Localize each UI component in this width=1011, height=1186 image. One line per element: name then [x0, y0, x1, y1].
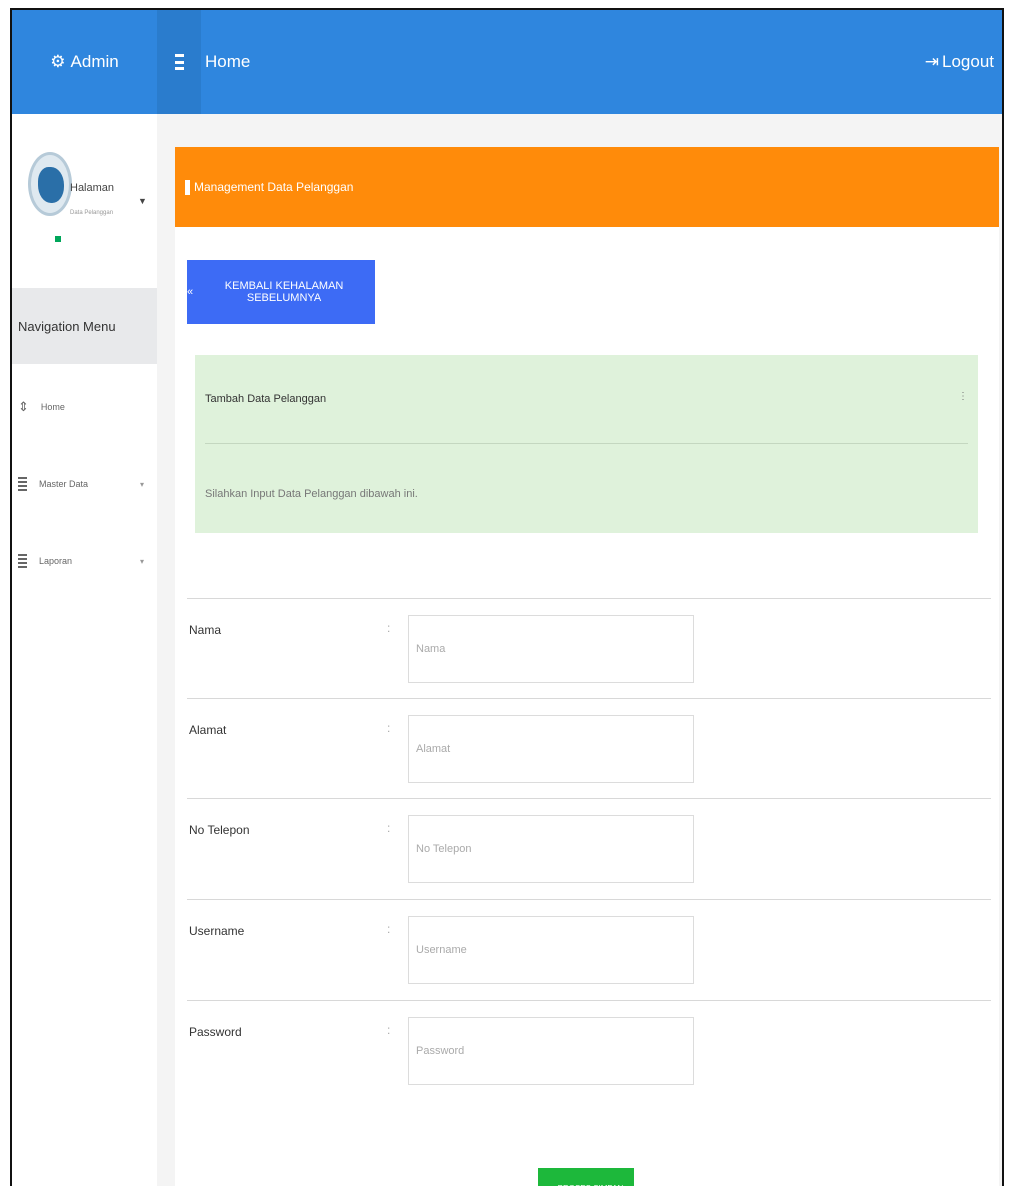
menu-icon: [174, 54, 184, 70]
info-callout: Tambah Data Pelanggan ⋮ Silahkan Input D…: [195, 355, 978, 533]
logout-link[interactable]: ⇥ Logout: [925, 10, 994, 114]
callout-text: Silahkan Input Data Pelanggan dibawah in…: [205, 488, 418, 500]
sidebar-item-label: Laporan: [39, 556, 73, 566]
password-input[interactable]: [408, 1017, 694, 1085]
chevron-down-icon: ▾: [140, 556, 145, 566]
back-button[interactable]: « KEMBALI KEHALAMAN SEBELUMNYA: [187, 260, 375, 324]
box-title: Management Data Pelanggan: [194, 180, 354, 194]
sidebar-item-master-data[interactable]: Master Data ▾: [12, 469, 157, 499]
field-separator: :: [387, 821, 391, 835]
user-name: Halaman: [70, 182, 115, 194]
field-separator: :: [387, 1023, 391, 1037]
user-role: Data Pelanggan: [70, 210, 114, 216]
field-label: Alamat: [189, 723, 227, 737]
form-row-username: Username :: [187, 899, 991, 999]
list-icon: [18, 554, 27, 568]
nama-input[interactable]: [408, 615, 694, 683]
form-row-password: Password :: [187, 1000, 991, 1100]
more-vertical-icon[interactable]: ⋮: [958, 391, 968, 402]
field-label: Username: [189, 924, 245, 938]
main-content: Management Data Pelanggan « KEMBALI KEHA…: [157, 114, 1002, 1186]
username-input[interactable]: [408, 916, 694, 984]
field-label: Password: [189, 1025, 242, 1039]
form-row-nama: Nama :: [187, 598, 991, 698]
sidebar-item-laporan[interactable]: Laporan ▾: [12, 546, 157, 576]
field-separator: :: [387, 922, 391, 936]
save-button[interactable]: ✔ PROSES SIMPAN DATA: [538, 1168, 634, 1186]
brand-label: Admin: [70, 52, 119, 71]
callout-title: Tambah Data Pelanggan: [205, 393, 327, 405]
caret-down-icon[interactable]: ▼: [138, 196, 147, 206]
content-box: Management Data Pelanggan « KEMBALI KEHA…: [175, 147, 999, 1186]
bar-icon: [185, 179, 190, 195]
user-panel[interactable]: Halaman Data Pelanggan ▼: [12, 114, 157, 287]
back-button-label: KEMBALI KEHALAMAN SEBELUMNYA: [224, 280, 344, 304]
form-row-alamat: Alamat :: [187, 698, 991, 798]
logout-label: Logout: [942, 52, 994, 71]
divider: [205, 443, 968, 444]
sidebar: Halaman Data Pelanggan ▼ Navigation Menu…: [12, 114, 157, 1186]
field-separator: :: [387, 621, 391, 635]
logout-icon: ⇥: [924, 52, 939, 71]
list-icon: [18, 477, 27, 491]
box-header: Management Data Pelanggan: [175, 147, 999, 227]
gear-icon: ⚙: [50, 52, 66, 71]
telepon-input[interactable]: [408, 815, 694, 883]
top-navbar: ⚙ Admin Home ⇥ Logout: [12, 10, 1002, 114]
chevron-down-icon: ▾: [140, 479, 145, 489]
sidebar-item-label: Home: [40, 402, 65, 412]
field-separator: :: [387, 721, 391, 735]
field-label: Nama: [189, 623, 222, 637]
home-icon: ⇕: [18, 399, 29, 414]
app-window: ⚙ Admin Home ⇥ Logout Halaman Data Pelan…: [10, 8, 1004, 1186]
sidebar-item-label: Master Data: [39, 479, 89, 489]
sidebar-toggle-button[interactable]: [157, 10, 201, 114]
sidebar-item-home[interactable]: ⇕ Home: [12, 392, 157, 422]
avatar: [28, 152, 72, 216]
page-title: Home: [205, 52, 251, 71]
alamat-input[interactable]: [408, 715, 694, 783]
online-status-icon: [55, 236, 61, 242]
navigation-menu-header: Navigation Menu: [12, 288, 157, 364]
brand-logo[interactable]: ⚙ Admin: [12, 10, 157, 114]
form-row-telepon: No Telepon :: [187, 798, 991, 898]
field-label: No Telepon: [189, 823, 250, 837]
